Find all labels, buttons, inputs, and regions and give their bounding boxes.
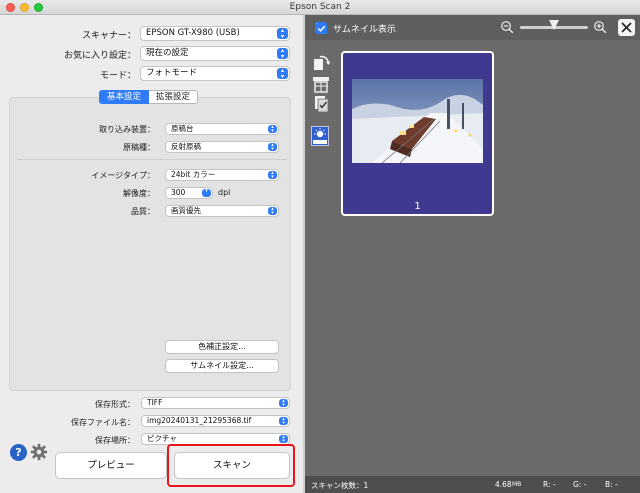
source-value: 原稿台 [171,124,194,133]
color-r: R: - [543,480,556,489]
color-g: G: - [573,480,587,489]
scanned-photo [352,79,483,163]
quality-value: 画質優先 [171,206,201,215]
chevron-updown-icon: ▴ ▾ [279,417,288,426]
close-icon[interactable] [618,19,635,36]
chevron-updown-icon: ▴ ▾ [277,48,288,59]
chevron-updown-icon: ▴ ▾ [277,28,288,39]
thumbnail-settings-button[interactable]: サムネイル設定... [165,359,279,373]
chevron-updown-icon: ▴ ▾ [268,125,277,134]
preview-button[interactable]: プレビュー [55,452,167,479]
image-size: 4.68 [495,480,512,489]
favorites-value: 現在の設定 [146,48,189,58]
mode-value: フォトモード [146,68,198,78]
color-b: B: - [605,480,618,489]
favorites-select[interactable]: 現在の設定 ▴ ▾ [140,46,290,61]
mode-label: モード： [99,71,136,81]
thumbnail-number: 1 [414,201,421,212]
scanned-photo-image [352,79,483,163]
doc-type-select[interactable]: 反射原稿 ▴ ▾ [165,141,279,153]
scanner-select[interactable]: EPSON GT-X980 (USB) ▴ ▾ [140,26,290,41]
resolution-value: 300 [171,188,186,197]
zoom-in-icon[interactable] [593,20,607,34]
status-bar: スキャン枚数：1 4.68 MB R: - G: - B: - [305,476,640,493]
source-select[interactable]: 原稿台 ▴ ▾ [165,123,279,135]
color-correction-button[interactable]: 色補正設定... [165,340,279,354]
auto-exposure-icon[interactable] [311,126,329,146]
settings-tabs: 基本設定 拡張設定 [99,90,199,104]
preview-pane: サムネイル表示 1 [305,15,640,493]
resolution-label: 解像度： [123,189,155,198]
chevron-updown-icon: ▴ ▾ [277,68,288,79]
settings-panel: スキャナー： EPSON GT-X980 (USB) ▴ ▾ お気に入り設定： 現… [0,15,303,493]
filename-label: 保存ファイル名： [71,418,135,427]
window-title: Epson Scan 2 [289,2,351,12]
rotate-icon[interactable] [311,53,331,71]
title-bar: Epson Scan 2 [0,0,640,15]
help-icon[interactable]: ? [10,444,27,461]
image-type-value: 24bit カラー [171,170,216,179]
tab-advanced-settings[interactable]: 拡張設定 [149,90,199,104]
zoom-slider-thumb[interactable] [549,20,559,30]
thumbnail-card[interactable]: 1 [341,51,494,216]
format-label: 保存形式： [95,400,135,409]
format-select[interactable]: TIFF ▴ ▾ [141,397,290,409]
gear-icon[interactable] [30,443,48,461]
quality-label: 品質： [131,207,155,216]
image-type-label: イメージタイプ： [91,171,155,180]
resolution-combobox[interactable]: 300 ▾ [165,187,213,199]
mode-select[interactable]: フォトモード ▴ ▾ [140,66,290,81]
chevron-updown-icon: ▴ ▾ [268,207,277,216]
divider [18,159,286,160]
doc-type-value: 反射原稿 [171,142,201,151]
checkmark-icon [316,23,327,34]
location-value: ピクチャ [147,434,177,443]
scan-button-highlight [167,444,295,487]
document-settings-icon[interactable] [311,95,331,113]
chevron-updown-icon: ▴ ▾ [279,399,288,408]
scan-count: スキャン枚数：1 [311,481,369,490]
preview-toolbar: サムネイル表示 [305,15,640,40]
chevron-updown-icon: ▴ ▾ [268,143,277,152]
tab-basic-settings[interactable]: 基本設定 [99,90,150,104]
scanner-label: スキャナー： [81,31,136,41]
location-label: 保存場所： [95,436,135,445]
image-size-unit: MB [512,481,522,488]
filename-value: img20240131_21295368.tif [147,416,252,425]
quality-select[interactable]: 画質優先 ▴ ▾ [165,205,279,217]
chevron-down-icon[interactable]: ▾ [202,189,211,197]
favorites-label: お気に入り設定： [63,51,136,61]
scanner-value: EPSON GT-X980 (USB) [146,28,240,38]
thumbnail-toggle-label: サムネイル表示 [333,25,396,35]
scan-area-icon[interactable] [311,75,331,93]
chevron-updown-icon: ▴ ▾ [268,171,277,180]
image-type-select[interactable]: 24bit カラー ▴ ▾ [165,169,279,181]
resolution-unit: dpi [218,188,231,197]
zoom-out-icon[interactable] [500,20,514,34]
format-value: TIFF [147,398,163,407]
source-label: 取り込み装置： [99,125,155,134]
doc-type-label: 原稿種： [123,143,155,152]
thumbnail-checkbox[interactable] [315,22,327,34]
filename-select[interactable]: img20240131_21295368.tif ▴ ▾ [141,415,290,427]
chevron-updown-icon: ▴ ▾ [279,435,288,444]
